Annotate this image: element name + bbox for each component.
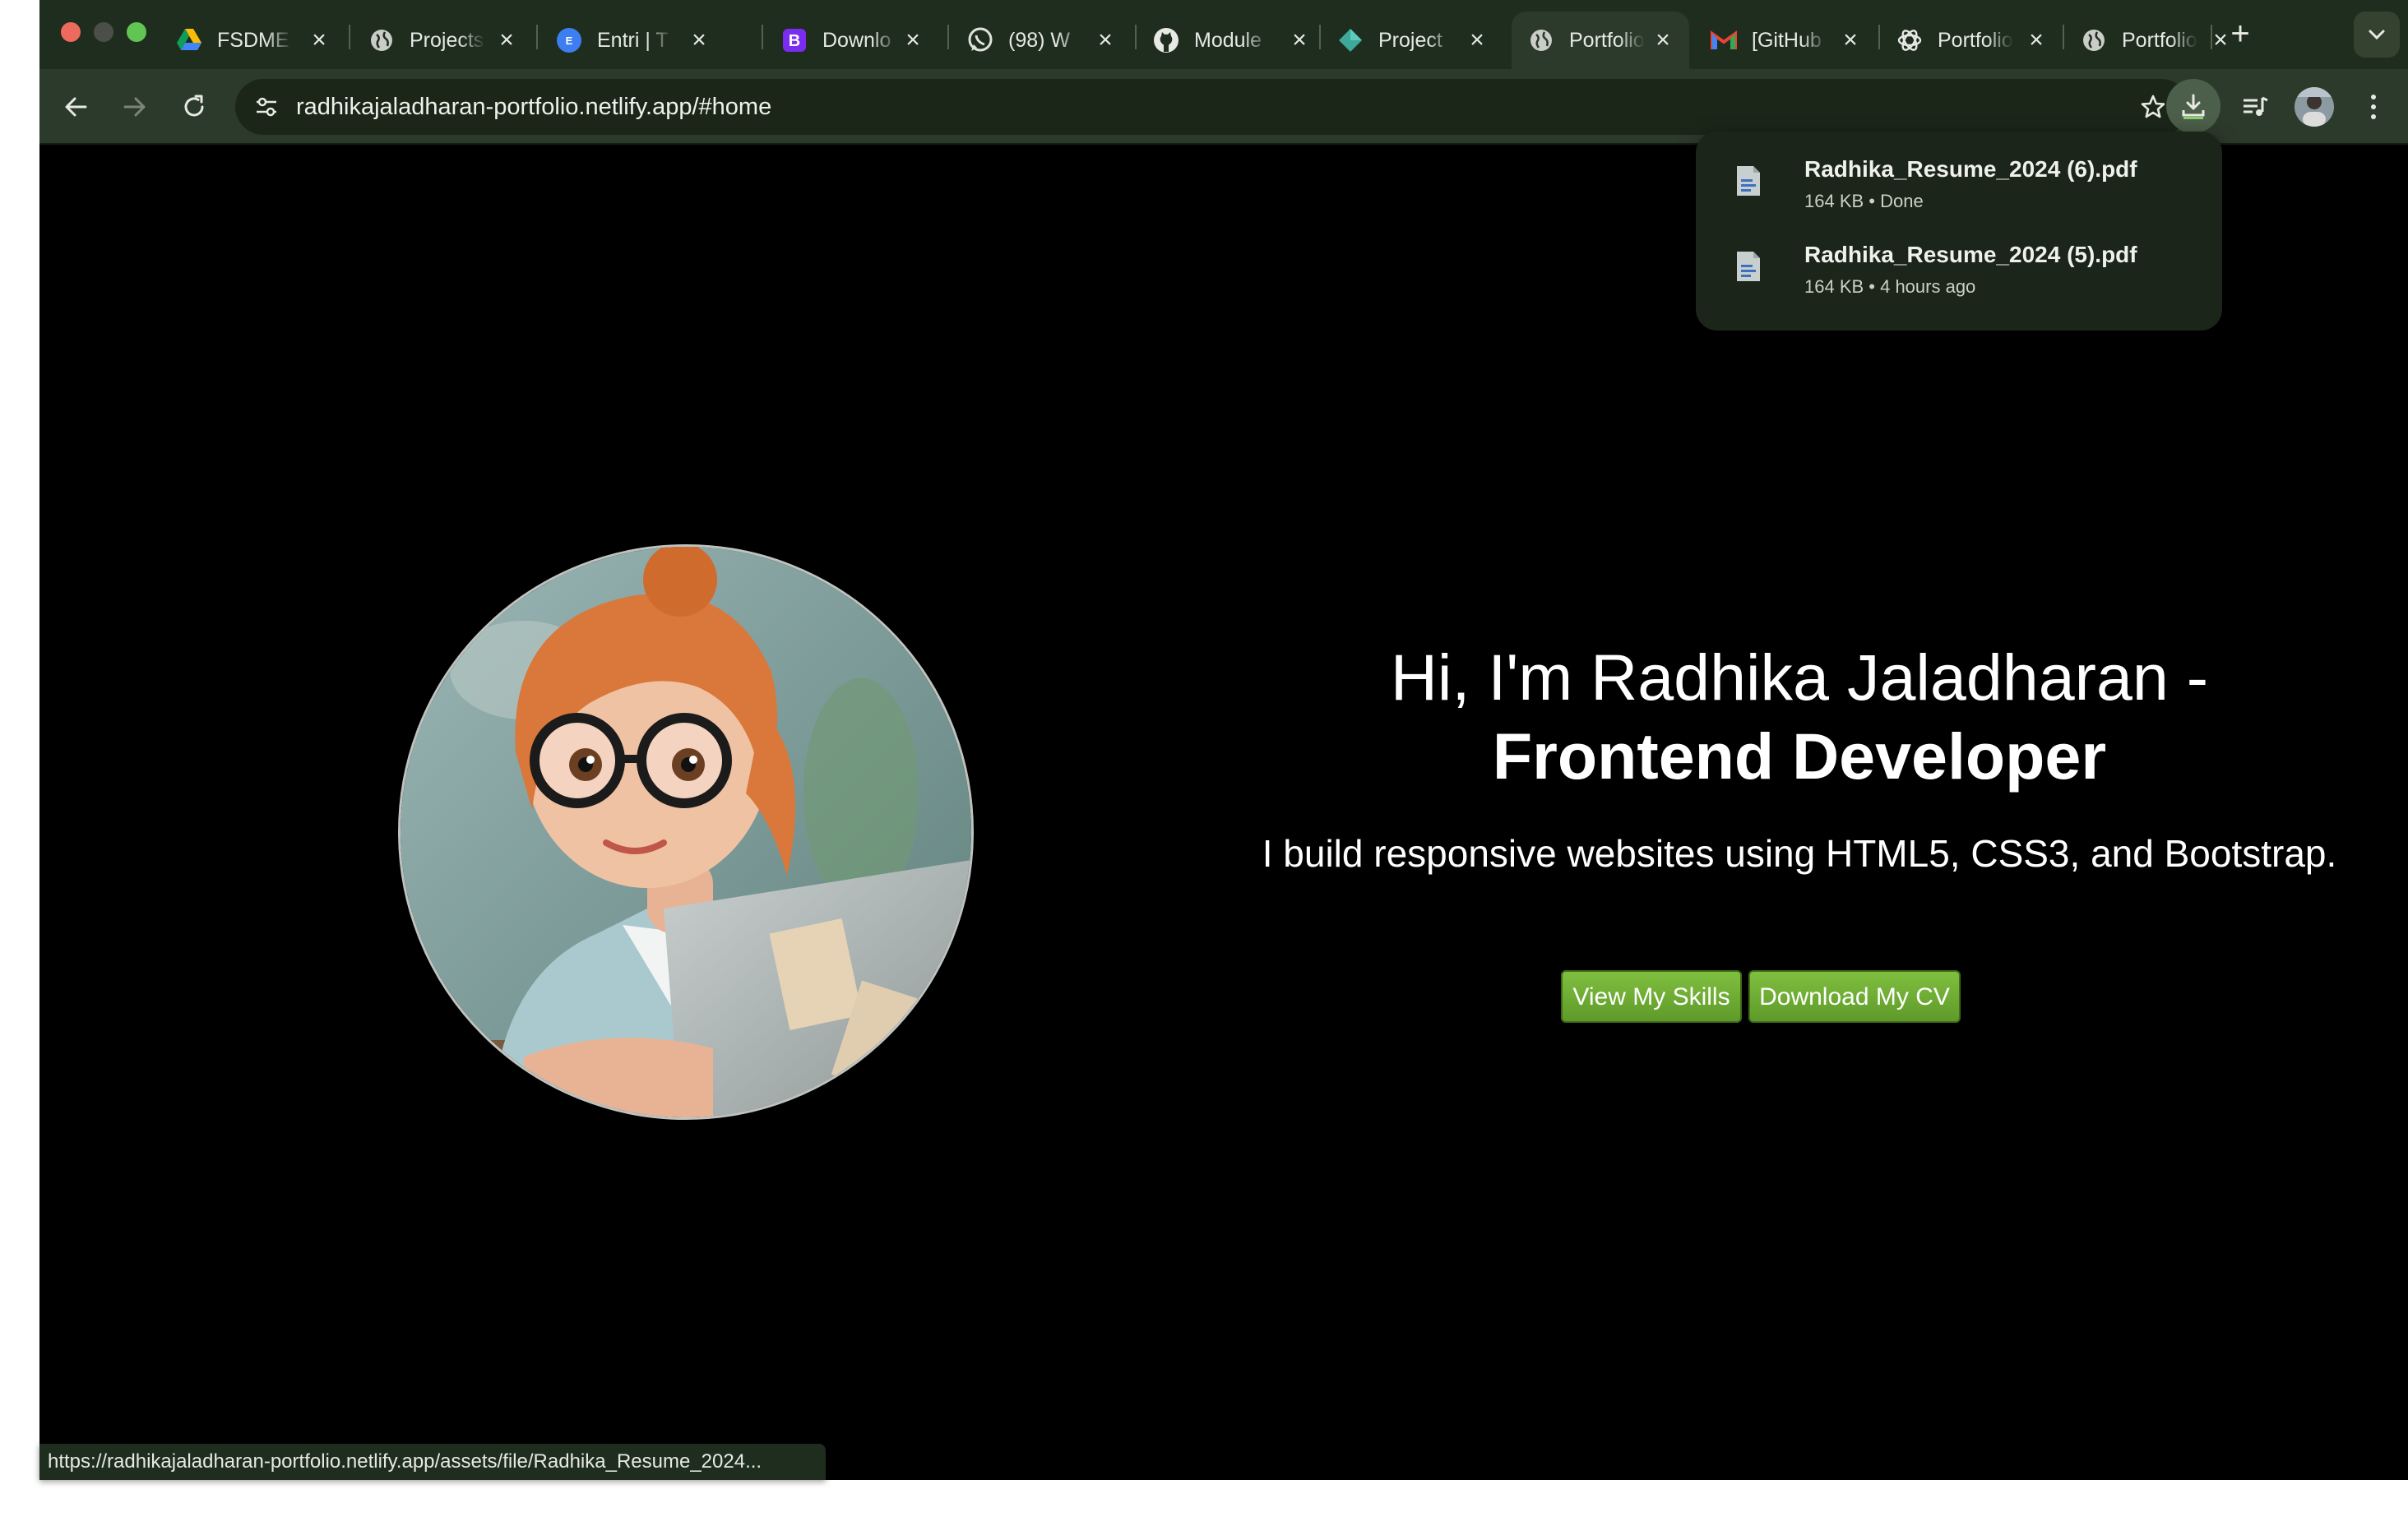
tab-module[interactable]: Module ×: [1137, 12, 1326, 69]
google-drive-icon: [176, 27, 202, 53]
bootstrap-icon: B: [781, 27, 808, 53]
profile-photo-icon: [2295, 87, 2334, 127]
tab-project[interactable]: Project ×: [1321, 12, 1503, 69]
close-icon[interactable]: ×: [1836, 25, 1865, 55]
tab-portfolio-active[interactable]: Portfolio ×: [1512, 12, 1689, 69]
tab-title: Projects: [410, 28, 484, 52]
tab-search-button[interactable]: [2354, 12, 2400, 58]
tab-projects[interactable]: Projects ×: [352, 12, 533, 69]
close-icon[interactable]: ×: [684, 25, 714, 55]
close-icon[interactable]: ×: [1091, 25, 1120, 55]
tab-title: Project: [1378, 28, 1442, 52]
hero-heading-line2: Frontend Developer: [1492, 719, 2107, 793]
close-window-button[interactable]: [61, 22, 81, 42]
tab-entri[interactable]: E Entri | T ×: [539, 12, 725, 69]
svg-text:B: B: [789, 32, 800, 50]
minimize-window-button[interactable]: [94, 22, 113, 42]
downloads-bubble: Radhika_Resume_2024 (6).pdf 164 KB • Don…: [1696, 132, 2222, 331]
download-meta: 164 KB • Done: [1804, 191, 1924, 211]
view-skills-button[interactable]: View My Skills: [1561, 970, 1742, 1023]
browser-window: FSDME × Projects × E Entri | T × B Downl…: [39, 0, 2408, 1480]
pdf-file-icon: [1737, 166, 1760, 196]
new-tab-button[interactable]: +: [2220, 15, 2260, 54]
profile-avatar[interactable]: [2295, 87, 2334, 127]
star-icon: [2141, 95, 2165, 118]
tab-title: [GitHub: [1752, 28, 1822, 52]
reload-icon: [184, 95, 204, 117]
tab-title: Entri | T: [597, 28, 669, 52]
download-cv-button[interactable]: Download My CV: [1748, 970, 1961, 1023]
codepen-diamond-icon: [1337, 27, 1364, 53]
downloads-button[interactable]: [2166, 79, 2220, 133]
tab-download[interactable]: B Downlo ×: [765, 12, 939, 69]
maximize-window-button[interactable]: [127, 22, 146, 42]
download-filename: Radhika_Resume_2024 (6).pdf: [1804, 156, 2137, 182]
tab-separator: [2211, 25, 2212, 49]
openai-icon: [1896, 27, 1923, 53]
hero-subheading: I build responsive websites using HTML5,…: [1262, 832, 2337, 875]
media-queue-icon: [2244, 96, 2268, 116]
tab-separator: [536, 25, 538, 49]
tab-portfolio-chatgpt[interactable]: Portfolio ×: [1880, 12, 2063, 69]
tab-separator: [349, 25, 350, 49]
close-icon[interactable]: ×: [304, 25, 334, 55]
tab-title: Portfolio: [2122, 28, 2197, 52]
pdf-file-icon: [1737, 252, 1760, 281]
download-meta: 164 KB • 4 hours ago: [1804, 276, 1976, 297]
close-icon[interactable]: ×: [492, 25, 521, 55]
chevron-down-icon: [2369, 30, 2385, 40]
globe-icon: [368, 27, 395, 53]
site-info-button[interactable]: [248, 89, 285, 125]
portrait-image: [401, 547, 971, 1117]
tab-fsdme[interactable]: FSDME ×: [160, 12, 345, 69]
gmail-icon: [1711, 27, 1737, 53]
url-text[interactable]: radhikajaladharan-portfolio.netlify.app/…: [296, 94, 771, 121]
page-viewport: Hi, I'm Radhika Jaladharan - Frontend De…: [39, 145, 2408, 1480]
tab-title: Portfolio: [1569, 28, 1645, 52]
profile-illustration: [398, 544, 974, 1120]
entri-icon: E: [556, 27, 582, 53]
tab-portfolio[interactable]: Portfolio ×: [2064, 12, 2247, 69]
svg-text:E: E: [566, 35, 573, 47]
download-filename: Radhika_Resume_2024 (5).pdf: [1804, 242, 2137, 267]
tab-separator: [947, 25, 949, 49]
hero-heading: Hi, I'm Radhika Jaladharan - Frontend De…: [1257, 638, 2342, 796]
reload-button[interactable]: [171, 84, 217, 130]
whatsapp-icon: [967, 27, 993, 53]
globe-icon: [2081, 27, 2107, 53]
close-icon[interactable]: ×: [1285, 25, 1314, 55]
tab-title: Portfolio: [1938, 28, 2013, 52]
forward-button[interactable]: [112, 84, 158, 130]
tab-title: Downlo: [822, 28, 891, 52]
status-bar-url: https://radhikajaladharan-portfolio.netl…: [39, 1444, 826, 1480]
hero-heading-line1: Hi, I'm Radhika Jaladharan -: [1390, 640, 2209, 714]
tab-title: (98) W: [1008, 28, 1070, 52]
tune-icon: [257, 97, 276, 117]
close-icon[interactable]: ×: [1648, 25, 1678, 55]
download-item[interactable]: Radhika_Resume_2024 (5).pdf 164 KB • 4 h…: [1696, 227, 2222, 309]
download-item[interactable]: Radhika_Resume_2024 (6).pdf 164 KB • Don…: [1696, 141, 2222, 224]
tab-separator: [762, 25, 763, 49]
tab-title: FSDME: [217, 28, 289, 52]
download-icon: [2182, 94, 2205, 119]
browser-menu-button[interactable]: [2357, 84, 2390, 130]
arrow-left-icon: [65, 97, 87, 117]
close-icon[interactable]: ×: [898, 25, 928, 55]
more-vertical-icon: [2371, 95, 2376, 119]
tab-title: Module: [1194, 28, 1262, 52]
close-icon[interactable]: ×: [1462, 25, 1492, 55]
github-icon: [1153, 27, 1179, 53]
tab-strip: FSDME × Projects × E Entri | T × B Downl…: [39, 0, 2408, 69]
address-bar[interactable]: radhikajaladharan-portfolio.netlify.app/…: [235, 79, 2189, 135]
arrow-right-icon: [123, 97, 146, 117]
globe-icon: [1528, 27, 1554, 53]
tab-whatsapp[interactable]: (98) W ×: [951, 12, 1132, 69]
close-icon[interactable]: ×: [2021, 25, 2051, 55]
tab-gmail[interactable]: [GitHub ×: [1694, 12, 1877, 69]
back-button[interactable]: [53, 84, 99, 130]
media-controls-button[interactable]: [2232, 84, 2278, 130]
